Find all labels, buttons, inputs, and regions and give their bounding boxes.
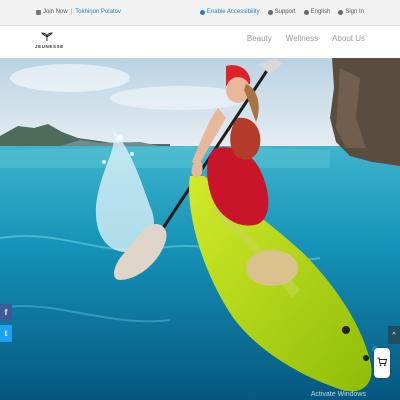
globe-icon — [303, 9, 309, 15]
activate-windows-watermark: Activate Windows — [310, 391, 366, 398]
user-name-link[interactable]: Tokhirjon Polatov — [75, 9, 121, 15]
twitter-icon: t — [4, 329, 8, 338]
main-nav: Beauty Wellness About Us — [247, 34, 365, 43]
hero-banner — [0, 58, 400, 400]
account-links: Join Now | Tokhirjon Polatov — [36, 9, 121, 15]
sign-in-link[interactable]: Sign In — [338, 9, 364, 15]
language-selector[interactable]: English — [303, 9, 331, 15]
user-icon — [36, 9, 41, 15]
join-now-link[interactable]: Join Now — [43, 9, 68, 15]
facebook-share-button[interactable]: f — [0, 304, 12, 321]
shopping-cart-button[interactable] — [374, 348, 390, 378]
accessibility-label: Enable Accessibility — [206, 9, 260, 15]
support-link[interactable]: Support — [267, 9, 296, 15]
logo-text: JEUNESSE — [35, 44, 64, 49]
accessibility-icon — [199, 9, 205, 15]
facebook-icon: f — [4, 308, 8, 317]
support-label: Support — [274, 9, 296, 15]
site-header: JEUNESSE Beauty Wellness About Us — [0, 26, 400, 58]
twitter-share-button[interactable]: t — [0, 325, 12, 342]
language-label: English — [310, 9, 331, 15]
scroll-to-top-button[interactable]: ^ — [388, 326, 400, 344]
cart-icon — [377, 354, 388, 372]
chevron-up-icon: ^ — [392, 331, 396, 339]
nav-about-us[interactable]: About Us — [332, 34, 365, 43]
nav-wellness[interactable]: Wellness — [286, 34, 318, 43]
leaf-logo-icon — [35, 32, 59, 44]
utility-links: Enable Accessibility Support English Sig… — [199, 9, 364, 15]
jeunesse-logo[interactable]: JEUNESSE — [35, 32, 64, 49]
sign-in-label: Sign In — [345, 9, 364, 15]
support-icon — [267, 9, 273, 15]
hero-kayak-illustration — [0, 58, 400, 400]
top-utility-bar: Join Now | Tokhirjon Polatov Enable Acce… — [0, 0, 400, 26]
accessibility-link[interactable]: Enable Accessibility — [199, 9, 260, 15]
sign-in-icon — [338, 9, 344, 15]
divider: | — [70, 9, 73, 15]
nav-beauty[interactable]: Beauty — [247, 34, 272, 43]
